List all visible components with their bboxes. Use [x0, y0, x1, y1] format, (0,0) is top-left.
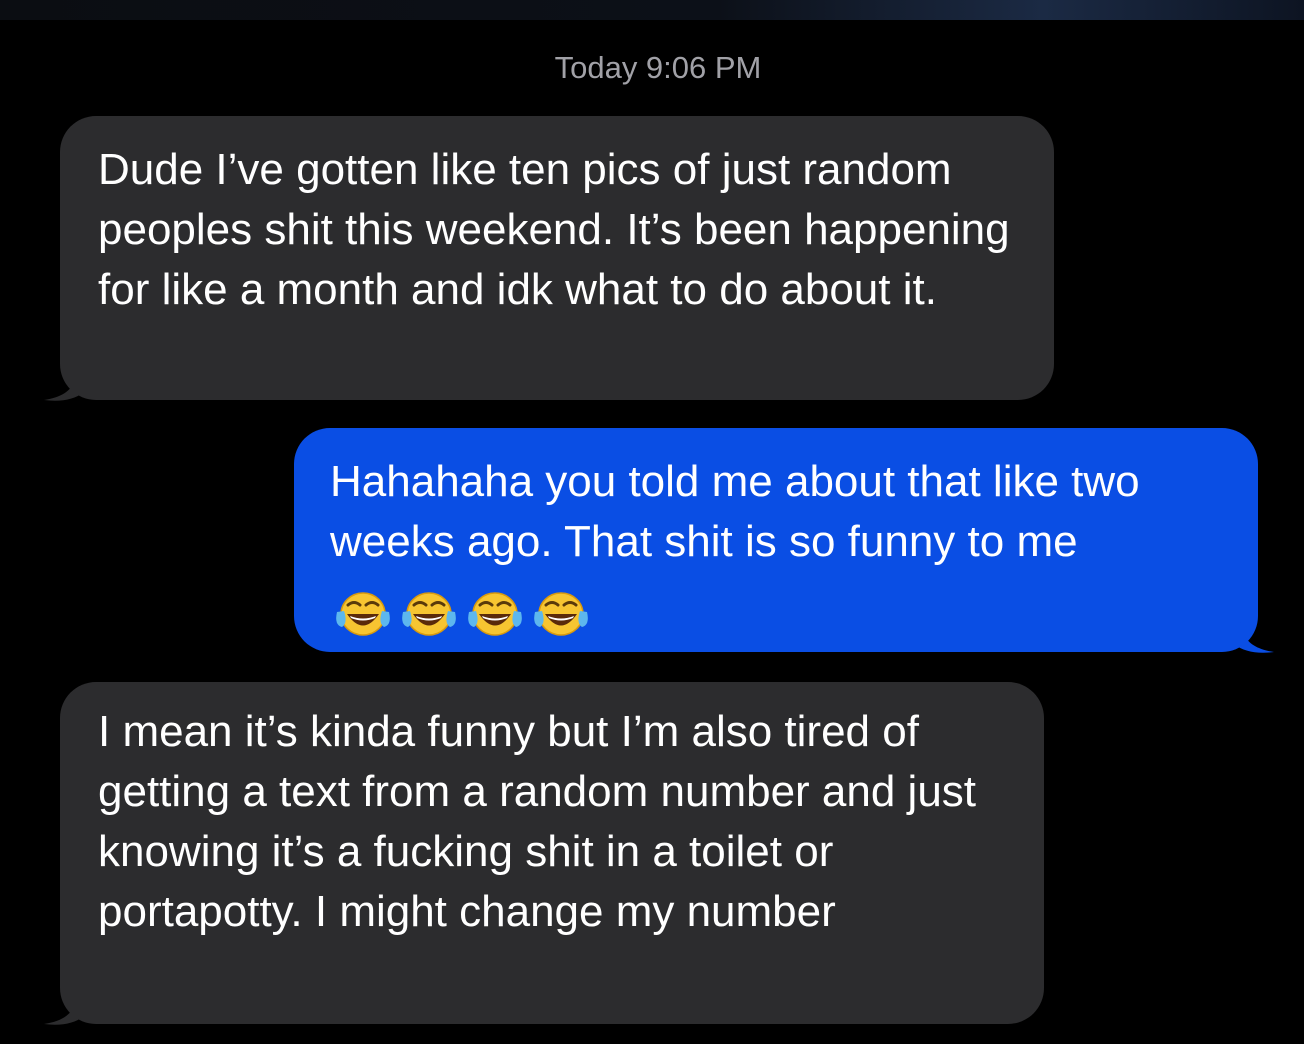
message-text: I mean it’s kinda funny but I’m also tir… — [98, 707, 977, 936]
incoming-message-bubble[interactable]: Dude I’ve gotten like ten pics of just r… — [44, 116, 1054, 401]
incoming-message-bubble[interactable]: I mean it’s kinda funny but I’m also tir… — [44, 682, 1044, 1025]
message-timestamp: Today 9:06 PM — [554, 50, 762, 85]
bubble-tail — [44, 986, 84, 1025]
outgoing-message-bubble[interactable]: Hahahaha you told me about that like two… — [294, 428, 1274, 653]
face-with-tears-of-joy-icon — [336, 592, 390, 637]
bubble-tail — [1234, 614, 1274, 653]
status-bar-strip — [0, 0, 1304, 20]
face-with-tears-of-joy-icon — [402, 592, 456, 637]
emoji-group — [334, 582, 598, 642]
message-text: Hahahaha you told me about that like two… — [330, 457, 1140, 566]
message-text: Dude I’ve gotten like ten pics of just r… — [98, 145, 1010, 314]
face-with-tears-of-joy-icon — [534, 592, 588, 637]
face-with-tears-of-joy-icon — [468, 592, 522, 637]
bubble-tail — [44, 362, 84, 401]
